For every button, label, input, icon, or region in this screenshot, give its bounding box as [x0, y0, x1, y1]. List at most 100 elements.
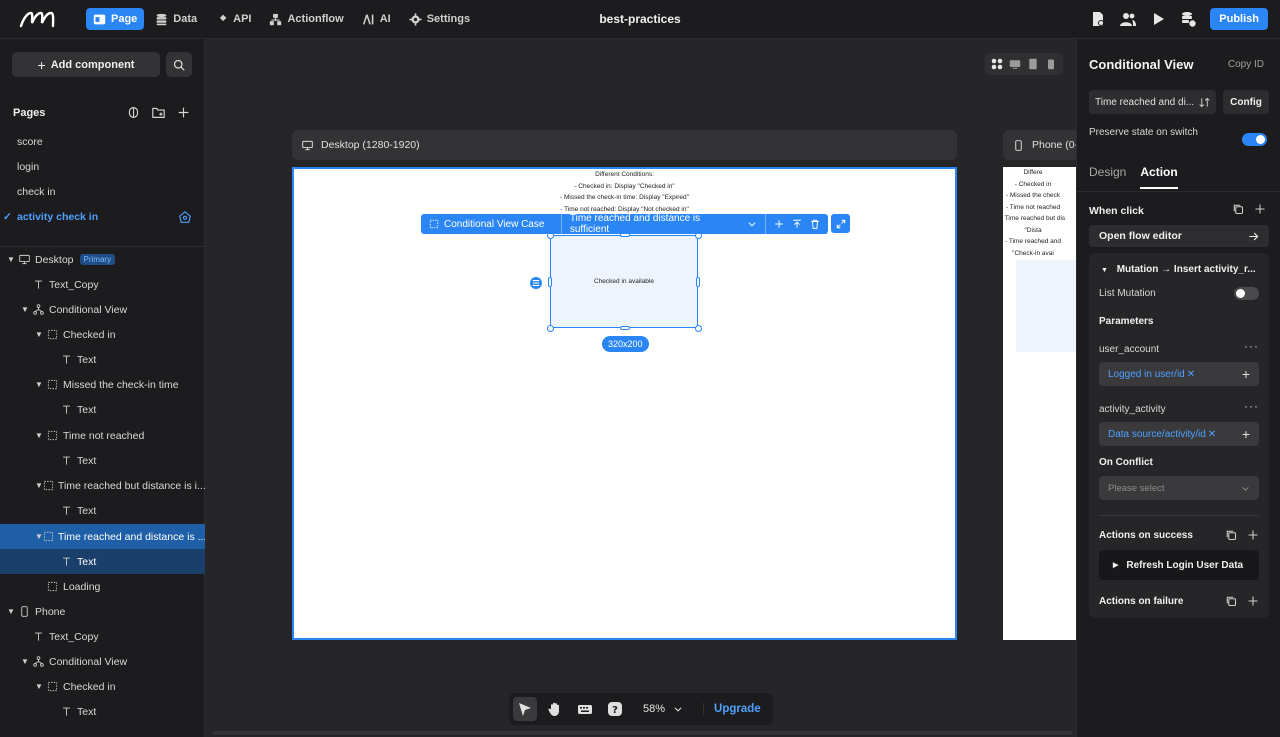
- resize-handle[interactable]: [695, 325, 702, 332]
- trash-icon[interactable]: [810, 219, 820, 229]
- caret-down-icon[interactable]: ▼: [35, 682, 45, 691]
- plus-icon[interactable]: [1247, 529, 1259, 541]
- desktop-view-icon[interactable]: [1009, 58, 1021, 70]
- select-tool[interactable]: [513, 697, 537, 721]
- zoom-control[interactable]: 58%: [643, 703, 683, 715]
- more-icon[interactable]: ···: [1244, 399, 1259, 413]
- caret-down-icon[interactable]: ▼: [35, 532, 43, 541]
- caret-down-icon[interactable]: ▼: [35, 380, 45, 389]
- page-item-activity-check-in[interactable]: ✓ activity check in: [3, 211, 98, 223]
- more-icon[interactable]: ···: [1244, 339, 1259, 353]
- folder-add-icon[interactable]: [152, 106, 165, 119]
- keyboard-tool[interactable]: [573, 697, 597, 721]
- phone-frame[interactable]: Differe - Checked in - Missed the check …: [1003, 167, 1076, 640]
- publish-button[interactable]: Publish: [1210, 8, 1268, 30]
- clear-icon[interactable]: ✕: [1208, 429, 1216, 440]
- tree-row-text[interactable]: Text: [0, 397, 205, 422]
- tree-row-text[interactable]: Text: [0, 549, 205, 574]
- caret-down-icon[interactable]: ▼: [35, 481, 43, 490]
- page-item-check-in[interactable]: check in: [17, 186, 56, 198]
- phone-case-box[interactable]: [1016, 260, 1076, 352]
- add-page-icon[interactable]: [177, 106, 190, 119]
- grid-view-icon[interactable]: [991, 58, 1003, 70]
- help-tool[interactable]: ?: [603, 697, 627, 721]
- hand-tool[interactable]: [543, 697, 567, 721]
- tree-row-loading[interactable]: Loading: [0, 574, 205, 599]
- search-button[interactable]: [166, 52, 192, 77]
- plus-icon[interactable]: [1247, 595, 1259, 607]
- resize-handle[interactable]: [620, 326, 630, 330]
- copy-id-button[interactable]: Copy ID: [1228, 59, 1264, 70]
- tree-row-distance-sufficient[interactable]: ▼ Time reached and distance is ...: [0, 524, 206, 549]
- copy-icon[interactable]: [1225, 529, 1237, 541]
- phone-view-icon[interactable]: [1045, 58, 1057, 70]
- page-layout-icon[interactable]: [127, 106, 140, 119]
- page-item-score[interactable]: score: [17, 136, 43, 148]
- tree-row-checked-in[interactable]: ▼ Checked in: [0, 674, 205, 699]
- add-component-button[interactable]: + Add component: [12, 52, 160, 77]
- list-mutation-toggle[interactable]: [1234, 287, 1259, 300]
- selected-case-box[interactable]: Checked in available: [550, 235, 698, 328]
- upgrade-link[interactable]: Upgrade: [703, 703, 761, 715]
- clear-icon[interactable]: ✕: [1187, 369, 1195, 380]
- tree-row-time-not-reached[interactable]: ▼ Time not reached: [0, 423, 205, 448]
- tree-row-missed[interactable]: ▼ Missed the check-in time: [0, 372, 205, 397]
- copy-icon[interactable]: [1225, 595, 1237, 607]
- refresh-login-user-action[interactable]: ▶ Refresh Login User Data: [1099, 550, 1259, 580]
- desktop-frame-header[interactable]: Desktop (1280-1920): [292, 130, 957, 160]
- tree-row-distance-insufficient[interactable]: ▼ Time reached but distance is i...: [0, 473, 206, 498]
- resize-handle[interactable]: [696, 277, 700, 287]
- toolbar-case-label-section[interactable]: Conditional View Case: [421, 214, 561, 234]
- config-button[interactable]: Config: [1223, 90, 1269, 114]
- tree-row-text[interactable]: Text: [0, 498, 205, 523]
- tree-row-checked-in[interactable]: ▼ Checked in: [0, 322, 205, 347]
- tree-row-text[interactable]: Text: [0, 448, 205, 473]
- plus-icon[interactable]: [1254, 203, 1266, 215]
- tree-row-conditional-view[interactable]: ▼ Conditional View: [0, 649, 205, 674]
- canvas[interactable]: Desktop (1280-1920) Different Conditions…: [205, 39, 1076, 737]
- resize-handle[interactable]: [548, 277, 552, 287]
- preserve-state-toggle[interactable]: [1242, 133, 1267, 146]
- preview-play-icon[interactable]: [1150, 11, 1166, 27]
- tree-row-text-copy[interactable]: Text_Copy: [0, 272, 205, 297]
- copy-icon[interactable]: [1232, 203, 1244, 215]
- resize-handle[interactable]: [547, 325, 554, 332]
- caret-down-icon[interactable]: ▼: [21, 657, 31, 666]
- align-handle[interactable]: [530, 277, 542, 289]
- tree-row-phone[interactable]: ▼ Phone: [0, 599, 205, 624]
- expand-button[interactable]: [831, 214, 850, 233]
- case-select[interactable]: Time reached and di...: [1089, 90, 1216, 114]
- case-dropdown[interactable]: Time reached and distance is sufficient: [560, 213, 765, 235]
- database-sync-icon[interactable]: [1180, 11, 1196, 27]
- page-settings-icon[interactable]: [1090, 11, 1106, 27]
- caret-down-icon[interactable]: ▼: [7, 607, 17, 616]
- plus-icon[interactable]: +: [1242, 366, 1250, 382]
- frame-text-block[interactable]: Different Conditions: - Checked in: Disp…: [294, 169, 955, 215]
- phone-frame-header[interactable]: Phone (0-: [1003, 130, 1076, 160]
- home-icon[interactable]: [179, 211, 191, 223]
- horizontal-scrollbar[interactable]: [213, 731, 1073, 735]
- phone-text-block[interactable]: Differe - Checked in - Missed the check …: [1003, 167, 1076, 259]
- select-parent-icon[interactable]: [792, 219, 802, 229]
- caret-down-icon[interactable]: ▼: [7, 255, 17, 264]
- tree-row-text-copy[interactable]: Text_Copy: [0, 624, 205, 649]
- caret-down-icon[interactable]: ▼: [35, 431, 45, 440]
- tablet-view-icon[interactable]: [1027, 58, 1039, 70]
- param-activity-field[interactable]: Data source/activity/id ✕ +: [1099, 422, 1259, 446]
- caret-down-icon[interactable]: ▼: [21, 305, 31, 314]
- page-item-login[interactable]: login: [17, 161, 39, 173]
- plus-icon[interactable]: [774, 219, 784, 229]
- tab-action[interactable]: Action: [1140, 165, 1178, 189]
- open-flow-editor-button[interactable]: Open flow editor: [1089, 225, 1269, 247]
- users-icon[interactable]: [1120, 11, 1137, 27]
- param-user-account-field[interactable]: Logged in user/id ✕ +: [1099, 362, 1259, 386]
- plus-icon[interactable]: +: [1242, 426, 1250, 442]
- caret-down-icon[interactable]: ▼: [35, 330, 45, 339]
- tree-row-text[interactable]: Text: [0, 347, 205, 372]
- tree-row-text[interactable]: Text: [0, 699, 205, 724]
- on-conflict-select[interactable]: Please select: [1099, 476, 1259, 500]
- mutation-header[interactable]: ▼ Mutation → Insert activity_r...: [1101, 264, 1261, 275]
- tree-row-desktop[interactable]: ▼ Desktop Primary: [0, 247, 205, 272]
- tree-row-conditional-view[interactable]: ▼ Conditional View: [0, 297, 205, 322]
- tab-design[interactable]: Design: [1089, 165, 1126, 189]
